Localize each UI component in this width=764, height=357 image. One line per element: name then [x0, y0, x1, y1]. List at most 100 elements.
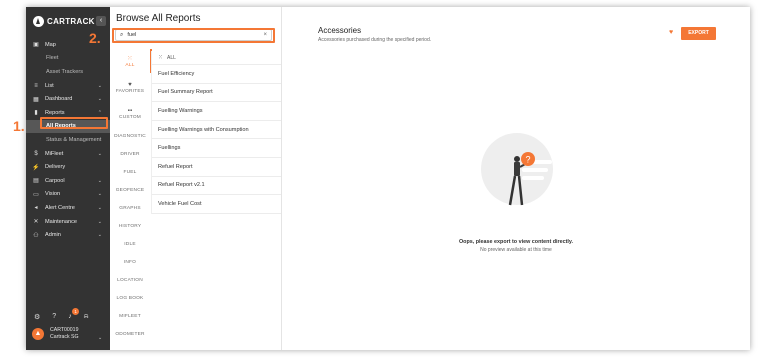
category-driver[interactable]: DRIVER [110, 145, 150, 163]
sidebar-item-list[interactable]: ≡ List ⌄ [26, 79, 110, 93]
category-label: FUEL [123, 169, 137, 175]
sidebar-item-status-management[interactable]: Status & Management [26, 133, 110, 147]
category-geofence[interactable]: GEOFENCE [110, 181, 150, 199]
sidebar-nav: ▣ Map Fleet Asset Trackers ≡ List ⌄ ▦ Dashboard ⌄… [26, 38, 110, 242]
category-label: GRAPHS [119, 205, 141, 211]
sidebar: CARTRACK ‹ ▣ Map Fleet Asset Trackers ≡ List ⌄… [26, 7, 110, 350]
report-list-header: ⁙ ALL [152, 51, 281, 65]
sidebar-item-label: Vision [45, 191, 61, 198]
category-label: GEOFENCE [115, 187, 145, 193]
category-label: IDLE [124, 241, 136, 247]
category-label: FAVORITES [115, 89, 145, 94]
sidebar-item-dashboard[interactable]: ▦ Dashboard ⌄ [26, 92, 110, 106]
category-label: DRIVER [120, 151, 140, 157]
category-graphs[interactable]: GRAPHS [110, 199, 150, 217]
category-custom[interactable]: ▪▪ CUSTOM [110, 101, 150, 127]
sidebar-item-alert-centre[interactable]: ◂ Alert Centre ⌄ [26, 201, 110, 215]
chevron-down-icon: ⌄ [97, 177, 102, 184]
category-odometer[interactable]: ODOMETER [110, 325, 150, 343]
export-button[interactable]: EXPORT [681, 27, 716, 40]
favorite-icon[interactable]: ♥ [669, 29, 673, 36]
sidebar-item-label: Map [45, 41, 56, 48]
category-diagnostic[interactable]: DIAGNOSTIC [110, 127, 150, 145]
empty-state-illustration: ? [481, 133, 553, 206]
user-menu[interactable]: ▲ CART00019 Cartrack SG [32, 327, 79, 340]
sidebar-item-label: Dashboard [45, 96, 73, 103]
chevron-down-icon: ⌄ [97, 218, 102, 225]
app-window: CARTRACK ‹ ▣ Map Fleet Asset Trackers ≡ List ⌄… [26, 7, 750, 350]
callout-label-1: 1. [13, 118, 25, 134]
empty-state-subtitle: No preview available at this time [480, 247, 552, 253]
report-list-item[interactable]: Fuellings [152, 139, 281, 158]
callout-highlight-all-reports [40, 117, 108, 129]
category-location[interactable]: LOCATION [110, 271, 150, 289]
category-label: HISTORY [118, 223, 142, 229]
wrench-icon: ✕ [33, 219, 39, 226]
report-list-item[interactable]: Refuel Report [152, 158, 281, 177]
category-fuel[interactable]: FUEL [110, 163, 150, 181]
category-mifleet[interactable]: MIFLEET [110, 307, 150, 325]
sidebar-item-maintenance[interactable]: ✕ Maintenance ⌄ [26, 215, 110, 229]
sidebar-item-asset-trackers[interactable]: Asset Trackers [26, 65, 110, 79]
category-label: ALL [125, 63, 135, 68]
list-icon: ≡ [34, 82, 38, 89]
brand-logo[interactable]: CARTRACK [33, 15, 95, 27]
collapse-sidebar-button[interactable]: ‹ [96, 16, 106, 26]
dashboard-icon: ▦ [33, 96, 39, 103]
report-preview: Accessories Accessories purchased during… [282, 7, 750, 350]
report-list-item[interactable]: Fuelling Warnings with Consumption [152, 121, 281, 140]
category-label: LOG BOOK [116, 295, 144, 301]
admin-icon: ⚇ [33, 232, 39, 239]
report-list-item[interactable]: Refuel Report v2.1 [152, 177, 281, 196]
browse-reports-panel: Browse All Reports ⌕ fuel × ⁙ ALL ♥ FAVORIT… [110, 7, 282, 350]
sidebar-item-label: Alert Centre [45, 204, 75, 211]
bell-icon[interactable]: ⍾ [84, 313, 89, 321]
chevron-down-icon: ⌄ [97, 232, 102, 239]
sidebar-item-label: Maintenance [45, 218, 78, 225]
sidebar-item-label: Reports [45, 109, 65, 116]
delivery-icon: ⚡ [32, 164, 40, 171]
report-list: ⁙ ALL Fuel Efficiency Fuel Summary Report… [151, 51, 281, 214]
notifications-button[interactable]: ♪ 1 [68, 308, 80, 321]
sidebar-item-vision[interactable]: ▭ Vision ⌄ [26, 188, 110, 202]
sidebar-item-mifleet[interactable]: $ MiFleet ⌄ [26, 147, 110, 161]
report-list-item[interactable]: Vehicle Fuel Cost [152, 195, 281, 214]
category-info[interactable]: INFO [110, 253, 150, 271]
callout-label-2: 2. [89, 30, 101, 46]
chevron-down-icon[interactable]: ⌄ [98, 335, 102, 341]
brand-name: CARTRACK [47, 16, 95, 26]
sidebar-item-label: Admin [45, 232, 61, 239]
category-label: ODOMETER [115, 331, 145, 337]
user-company: Cartrack SG [50, 333, 79, 340]
category-label: MIFLEET [119, 313, 141, 319]
avatar: ▲ [32, 327, 44, 340]
report-description: Accessories purchased during the specifi… [318, 37, 432, 43]
sidebar-item-delivery[interactable]: ⚡ Delivery [26, 160, 110, 174]
panel-title: Browse All Reports [116, 13, 201, 24]
report-title: Accessories [318, 26, 362, 35]
help-icon[interactable]: ? [52, 313, 56, 321]
settings-icon[interactable]: ⚙ [34, 313, 40, 321]
sidebar-item-admin[interactable]: ⚇ Admin ⌄ [26, 228, 110, 242]
notification-badge: 1 [72, 308, 80, 315]
chevron-down-icon: ⌄ [97, 96, 102, 103]
report-list-item[interactable]: Fuel Summary Report [152, 84, 281, 103]
sidebar-item-label: Status & Management [46, 136, 102, 143]
user-name: CART00019 [50, 327, 79, 333]
category-label: LOCATION [117, 277, 143, 283]
category-favorites[interactable]: ♥ FAVORITES [110, 75, 150, 101]
sidebar-item-label: Delivery [45, 164, 66, 171]
report-list-item[interactable]: Fuelling Warnings [152, 102, 281, 121]
favorites-icon: ♥ [128, 82, 132, 88]
empty-state-title: Oops, please export to view content dire… [458, 239, 574, 245]
report-list-item[interactable]: Fuel Efficiency [152, 65, 281, 84]
category-all[interactable]: ⁙ ALL [110, 49, 150, 75]
category-idle[interactable]: IDLE [110, 235, 150, 253]
chevron-down-icon: ⌄ [97, 150, 102, 157]
category-history[interactable]: HISTORY [110, 217, 150, 235]
sidebar-item-fleet[interactable]: Fleet [26, 52, 110, 66]
sidebar-item-carpool[interactable]: ▤ Carpool ⌄ [26, 174, 110, 188]
dollar-icon: $ [34, 150, 38, 157]
category-log-book[interactable]: LOG BOOK [110, 289, 150, 307]
reports-icon: ▮ [34, 110, 38, 117]
